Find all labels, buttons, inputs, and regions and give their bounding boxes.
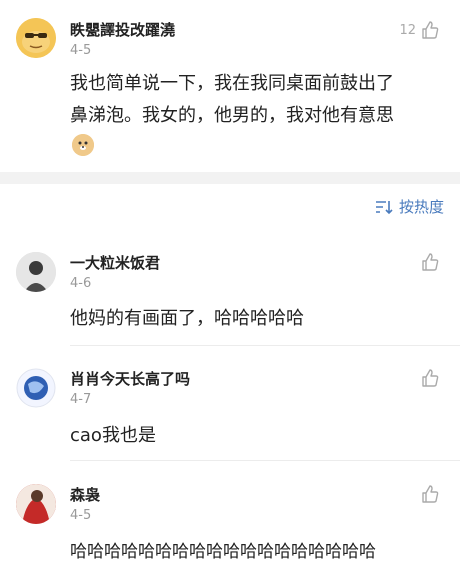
avatar[interactable] — [16, 252, 56, 292]
sort-icon — [375, 200, 393, 214]
commenter-name[interactable]: 眣甖譯投改躍澆 — [70, 19, 175, 40]
thumbs-up-icon — [422, 369, 439, 387]
comment-text-line: 我也简单说一下，我在我同桌面前鼓出了 — [70, 73, 394, 94]
thumbs-up-icon — [422, 485, 439, 503]
comment-text: 哈哈哈哈哈哈哈哈哈哈哈哈哈哈哈哈哈哈 — [70, 542, 376, 562]
comment-date: 4-5 — [70, 43, 92, 58]
top-comment: 眣甖譯投改躍澆 4-5 12 我也简单说一下，我在我同桌面前鼓出了 鼻涕泡。我女… — [0, 0, 460, 170]
comment-date: 4-7 — [70, 392, 92, 407]
user-avatar-icon — [16, 368, 56, 408]
comment-date: 4-6 — [70, 276, 92, 291]
like-count: 12 — [399, 22, 416, 38]
comment-text: 他妈的有画面了，哈哈哈哈哈 — [70, 308, 304, 329]
section-divider — [0, 172, 460, 184]
like-button[interactable] — [420, 368, 440, 388]
like-button[interactable]: 12 — [399, 20, 440, 40]
comment-item: 肖肖今天长高了吗 4-7 cao我也是 — [0, 356, 460, 460]
comment-item: 森袅 4-5 哈哈哈哈哈哈哈哈哈哈哈哈哈哈哈哈哈哈 — [0, 472, 460, 572]
divider — [70, 460, 460, 461]
commenter-name[interactable]: 一大粒米饭君 — [70, 252, 160, 273]
avatar[interactable] — [16, 18, 56, 58]
thumbs-up-icon — [422, 253, 439, 271]
avatar[interactable] — [16, 484, 56, 524]
avatar[interactable] — [16, 368, 56, 408]
commenter-name[interactable]: 肖肖今天长高了吗 — [70, 368, 190, 389]
like-button[interactable] — [420, 252, 440, 272]
comment-item: 一大粒米饭君 4-6 他妈的有画面了，哈哈哈哈哈 — [0, 240, 460, 344]
like-button[interactable] — [420, 484, 440, 504]
comment-text-line: 鼻涕泡。我女的，他男的，我对他有意思 — [70, 105, 394, 126]
commenter-name[interactable]: 森袅 — [70, 484, 100, 505]
user-photo-icon — [16, 252, 56, 292]
doge-emoji-icon — [72, 134, 94, 156]
user-photo-icon — [16, 484, 56, 524]
comment-text: 我也简单说一下，我在我同桌面前鼓出了 鼻涕泡。我女的，他男的，我对他有意思 — [70, 70, 444, 134]
divider — [70, 345, 460, 346]
comment-text: cao我也是 — [70, 425, 156, 446]
sort-label: 按热度 — [398, 198, 444, 216]
thumbs-up-icon — [422, 21, 439, 39]
doge-avatar-icon — [16, 18, 56, 58]
sort-button[interactable]: 按热度 — [375, 196, 444, 217]
comment-date: 4-5 — [70, 508, 92, 523]
